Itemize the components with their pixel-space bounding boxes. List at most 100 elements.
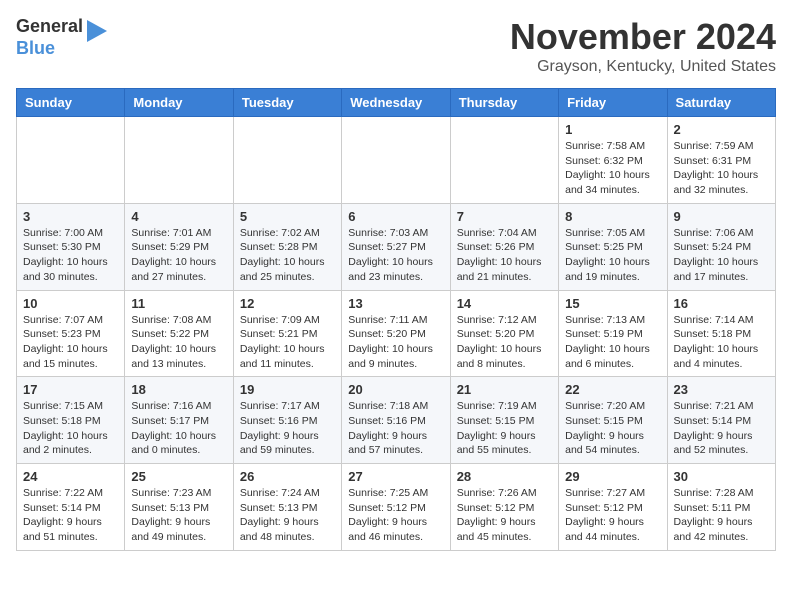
day-number: 7 bbox=[457, 209, 552, 224]
day-info: Sunrise: 7:03 AMSunset: 5:27 PMDaylight:… bbox=[348, 226, 443, 285]
day-number: 20 bbox=[348, 382, 443, 397]
logo-blue: Blue bbox=[16, 38, 83, 60]
day-header-tuesday: Tuesday bbox=[233, 89, 341, 117]
day-number: 3 bbox=[23, 209, 118, 224]
day-number: 8 bbox=[565, 209, 660, 224]
calendar-cell: 13 Sunrise: 7:11 AMSunset: 5:20 PMDayligh… bbox=[342, 290, 450, 377]
day-header-thursday: Thursday bbox=[450, 89, 558, 117]
day-number: 12 bbox=[240, 296, 335, 311]
logo: General Blue bbox=[16, 16, 107, 59]
day-info: Sunrise: 7:01 AMSunset: 5:29 PMDaylight:… bbox=[131, 226, 226, 285]
day-info: Sunrise: 7:12 AMSunset: 5:20 PMDaylight:… bbox=[457, 313, 552, 372]
month-title: November 2024 bbox=[510, 16, 776, 58]
calendar-cell: 12 Sunrise: 7:09 AMSunset: 5:21 PMDayligh… bbox=[233, 290, 341, 377]
day-header-friday: Friday bbox=[559, 89, 667, 117]
day-number: 2 bbox=[674, 122, 769, 137]
day-info: Sunrise: 7:16 AMSunset: 5:17 PMDaylight:… bbox=[131, 399, 226, 458]
day-info: Sunrise: 7:21 AMSunset: 5:14 PMDaylight:… bbox=[674, 399, 769, 458]
calendar-cell: 5 Sunrise: 7:02 AMSunset: 5:28 PMDaylight… bbox=[233, 203, 341, 290]
day-info: Sunrise: 7:25 AMSunset: 5:12 PMDaylight:… bbox=[348, 486, 443, 545]
calendar-week-5: 24 Sunrise: 7:22 AMSunset: 5:14 PMDayligh… bbox=[17, 464, 776, 551]
day-number: 10 bbox=[23, 296, 118, 311]
calendar-cell: 3 Sunrise: 7:00 AMSunset: 5:30 PMDaylight… bbox=[17, 203, 125, 290]
day-info: Sunrise: 7:09 AMSunset: 5:21 PMDaylight:… bbox=[240, 313, 335, 372]
day-header-wednesday: Wednesday bbox=[342, 89, 450, 117]
day-info: Sunrise: 7:26 AMSunset: 5:12 PMDaylight:… bbox=[457, 486, 552, 545]
day-number: 6 bbox=[348, 209, 443, 224]
day-info: Sunrise: 7:27 AMSunset: 5:12 PMDaylight:… bbox=[565, 486, 660, 545]
calendar-cell: 27 Sunrise: 7:25 AMSunset: 5:12 PMDayligh… bbox=[342, 464, 450, 551]
day-header-sunday: Sunday bbox=[17, 89, 125, 117]
logo-wordmark: General Blue bbox=[16, 16, 107, 59]
day-info: Sunrise: 7:11 AMSunset: 5:20 PMDaylight:… bbox=[348, 313, 443, 372]
calendar-cell: 7 Sunrise: 7:04 AMSunset: 5:26 PMDaylight… bbox=[450, 203, 558, 290]
calendar-week-3: 10 Sunrise: 7:07 AMSunset: 5:23 PMDayligh… bbox=[17, 290, 776, 377]
day-number: 29 bbox=[565, 469, 660, 484]
calendar-cell: 19 Sunrise: 7:17 AMSunset: 5:16 PMDayligh… bbox=[233, 377, 341, 464]
day-info: Sunrise: 7:08 AMSunset: 5:22 PMDaylight:… bbox=[131, 313, 226, 372]
calendar-cell: 21 Sunrise: 7:19 AMSunset: 5:15 PMDayligh… bbox=[450, 377, 558, 464]
day-info: Sunrise: 7:22 AMSunset: 5:14 PMDaylight:… bbox=[23, 486, 118, 545]
calendar-cell: 10 Sunrise: 7:07 AMSunset: 5:23 PMDayligh… bbox=[17, 290, 125, 377]
day-info: Sunrise: 7:02 AMSunset: 5:28 PMDaylight:… bbox=[240, 226, 335, 285]
day-number: 5 bbox=[240, 209, 335, 224]
day-number: 27 bbox=[348, 469, 443, 484]
calendar-cell: 25Sunrise: 7:23 AMSunset: 5:13 PMDayligh… bbox=[125, 464, 233, 551]
day-info: Sunrise: 7:13 AMSunset: 5:19 PMDaylight:… bbox=[565, 313, 660, 372]
day-number: 4 bbox=[131, 209, 226, 224]
day-info: Sunrise: 7:15 AMSunset: 5:18 PMDaylight:… bbox=[23, 399, 118, 458]
calendar-cell: 30Sunrise: 7:28 AMSunset: 5:11 PMDayligh… bbox=[667, 464, 775, 551]
calendar-table: SundayMondayTuesdayWednesdayThursdayFrid… bbox=[16, 88, 776, 551]
calendar-cell: 17 Sunrise: 7:15 AMSunset: 5:18 PMDayligh… bbox=[17, 377, 125, 464]
calendar-cell bbox=[450, 117, 558, 204]
day-number: 19 bbox=[240, 382, 335, 397]
day-number: 9 bbox=[674, 209, 769, 224]
day-number: 26 bbox=[240, 469, 335, 484]
day-number: 25 bbox=[131, 469, 226, 484]
calendar-cell: 8 Sunrise: 7:05 AMSunset: 5:25 PMDaylight… bbox=[559, 203, 667, 290]
calendar-cell: 26Sunrise: 7:24 AMSunset: 5:13 PMDayligh… bbox=[233, 464, 341, 551]
calendar-cell: 11 Sunrise: 7:08 AMSunset: 5:22 PMDayligh… bbox=[125, 290, 233, 377]
day-number: 21 bbox=[457, 382, 552, 397]
logo-arrow-icon bbox=[87, 20, 107, 42]
day-info: Sunrise: 7:18 AMSunset: 5:16 PMDaylight:… bbox=[348, 399, 443, 458]
calendar-week-2: 3 Sunrise: 7:00 AMSunset: 5:30 PMDaylight… bbox=[17, 203, 776, 290]
day-number: 28 bbox=[457, 469, 552, 484]
calendar-cell: 4 Sunrise: 7:01 AMSunset: 5:29 PMDaylight… bbox=[125, 203, 233, 290]
header: General Blue November 2024 Grayson, Kent… bbox=[16, 16, 776, 76]
day-info: Sunrise: 7:00 AMSunset: 5:30 PMDaylight:… bbox=[23, 226, 118, 285]
calendar-cell: 20 Sunrise: 7:18 AMSunset: 5:16 PMDayligh… bbox=[342, 377, 450, 464]
day-header-saturday: Saturday bbox=[667, 89, 775, 117]
day-header-monday: Monday bbox=[125, 89, 233, 117]
day-info: Sunrise: 7:20 AMSunset: 5:15 PMDaylight:… bbox=[565, 399, 660, 458]
day-info: Sunrise: 7:04 AMSunset: 5:26 PMDaylight:… bbox=[457, 226, 552, 285]
day-number: 17 bbox=[23, 382, 118, 397]
day-info: Sunrise: 7:06 AMSunset: 5:24 PMDaylight:… bbox=[674, 226, 769, 285]
day-number: 14 bbox=[457, 296, 552, 311]
calendar-cell: 28 Sunrise: 7:26 AMSunset: 5:12 PMDayligh… bbox=[450, 464, 558, 551]
day-number: 24 bbox=[23, 469, 118, 484]
day-number: 13 bbox=[348, 296, 443, 311]
calendar-week-4: 17 Sunrise: 7:15 AMSunset: 5:18 PMDayligh… bbox=[17, 377, 776, 464]
calendar-cell: 23 Sunrise: 7:21 AMSunset: 5:14 PMDayligh… bbox=[667, 377, 775, 464]
calendar-cell: 1Sunrise: 7:58 AMSunset: 6:32 PMDaylight… bbox=[559, 117, 667, 204]
day-number: 22 bbox=[565, 382, 660, 397]
calendar-cell: 29 Sunrise: 7:27 AMSunset: 5:12 PMDayligh… bbox=[559, 464, 667, 551]
day-info: Sunrise: 7:07 AMSunset: 5:23 PMDaylight:… bbox=[23, 313, 118, 372]
day-number: 18 bbox=[131, 382, 226, 397]
day-number: 23 bbox=[674, 382, 769, 397]
day-number: 11 bbox=[131, 296, 226, 311]
day-number: 15 bbox=[565, 296, 660, 311]
calendar-cell: 15 Sunrise: 7:13 AMSunset: 5:19 PMDayligh… bbox=[559, 290, 667, 377]
day-info: Sunrise: 7:17 AMSunset: 5:16 PMDaylight:… bbox=[240, 399, 335, 458]
calendar-cell bbox=[17, 117, 125, 204]
day-info: Sunrise: 7:05 AMSunset: 5:25 PMDaylight:… bbox=[565, 226, 660, 285]
calendar-cell: 2Sunrise: 7:59 AMSunset: 6:31 PMDaylight… bbox=[667, 117, 775, 204]
day-info: Sunrise: 7:19 AMSunset: 5:15 PMDaylight:… bbox=[457, 399, 552, 458]
calendar-cell bbox=[233, 117, 341, 204]
calendar-cell: 24 Sunrise: 7:22 AMSunset: 5:14 PMDayligh… bbox=[17, 464, 125, 551]
day-info: Sunrise: 7:58 AMSunset: 6:32 PMDaylight:… bbox=[565, 139, 660, 198]
calendar-cell: 9 Sunrise: 7:06 AMSunset: 5:24 PMDaylight… bbox=[667, 203, 775, 290]
day-info: Sunrise: 7:28 AMSunset: 5:11 PMDaylight:… bbox=[674, 486, 769, 545]
calendar-cell bbox=[125, 117, 233, 204]
